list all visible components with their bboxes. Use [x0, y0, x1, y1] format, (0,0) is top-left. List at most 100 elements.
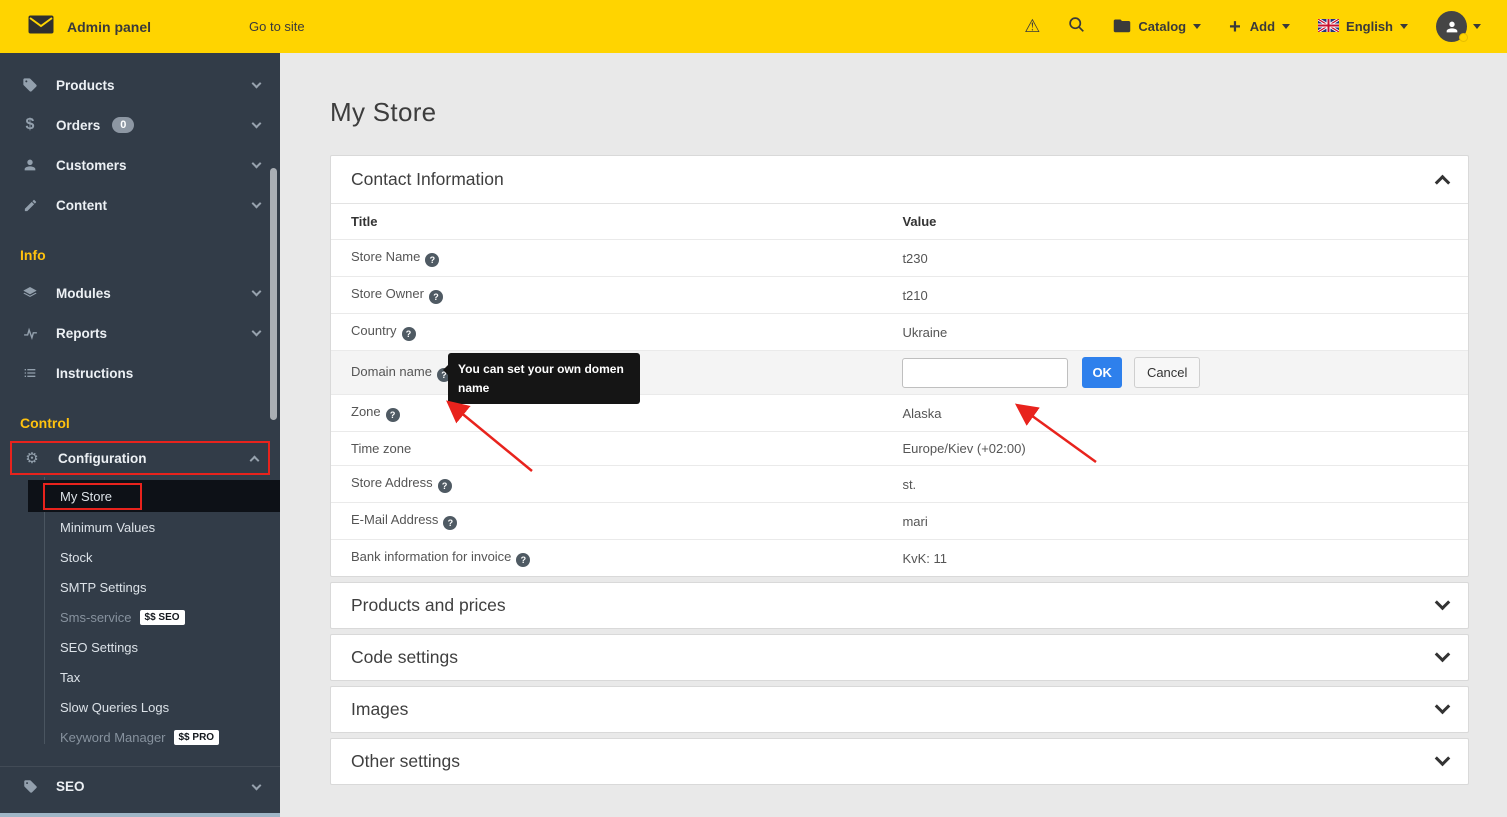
contact-information-header[interactable]: Contact Information	[331, 156, 1468, 203]
ok-button[interactable]: OK	[1082, 357, 1122, 388]
sidebar-item-label: Content	[56, 198, 107, 213]
sidebar-subitem-tax[interactable]: Tax	[0, 662, 280, 692]
sidebar-item-instructions[interactable]: Instructions	[0, 353, 280, 393]
help-icon[interactable]: ?	[429, 290, 443, 304]
sidebar-item-seo[interactable]: SEO	[0, 766, 280, 806]
add-dropdown[interactable]: + Add	[1229, 17, 1290, 37]
row-value[interactable]: t230	[882, 240, 1468, 277]
sidebar-item-content[interactable]: Content	[0, 185, 280, 225]
expand-chevron-down-icon[interactable]	[1435, 595, 1451, 611]
sidebar-item-customers[interactable]: Customers	[0, 145, 280, 185]
sidebar-subitem-sms-service[interactable]: Sms-service $$ SEO	[0, 602, 280, 632]
language-dropdown[interactable]: English	[1318, 19, 1408, 35]
orders-count-badge: 0	[112, 117, 134, 133]
sidebar-item-configuration[interactable]: ⚙ Configuration	[10, 441, 270, 475]
plus-icon: +	[1229, 17, 1241, 37]
table-row-country: Country? Ukraine	[331, 314, 1468, 351]
sidebar-subitem-stock[interactable]: Stock	[0, 542, 280, 572]
user-menu[interactable]	[1436, 11, 1481, 42]
panel-code-settings[interactable]: Code settings	[330, 634, 1469, 681]
help-icon[interactable]: ?	[438, 479, 452, 493]
help-icon[interactable]: ?	[402, 327, 416, 341]
panel-other-settings[interactable]: Other settings	[330, 738, 1469, 785]
row-title: Store Name?	[331, 240, 882, 277]
sidebar-item-reports[interactable]: Reports	[0, 313, 280, 353]
row-title: Store Owner?	[331, 277, 882, 314]
panel-title: Images	[351, 699, 408, 720]
sidebar-subitem-label: Sms-service	[60, 610, 132, 625]
cancel-button[interactable]: Cancel	[1134, 357, 1200, 388]
catalog-label: Catalog	[1138, 19, 1186, 34]
table-row-store-owner: Store Owner? t210	[331, 277, 1468, 314]
chevron-down-icon	[252, 287, 262, 297]
row-title: Domain name? You can set your own domen …	[331, 351, 882, 395]
row-value[interactable]: mari	[882, 503, 1468, 540]
column-header-value: Value	[882, 204, 1468, 240]
contact-information-table: Title Value Store Name? t230 Store Owner…	[331, 203, 1468, 576]
collapse-chevron-up-icon[interactable]	[1435, 175, 1451, 191]
sidebar-subitem-keyword-manager[interactable]: Keyword Manager $$ PRO	[0, 722, 280, 752]
catalog-dropdown[interactable]: Catalog	[1113, 18, 1201, 36]
seo-icon	[20, 779, 40, 794]
sidebar-item-label: Instructions	[56, 366, 133, 381]
sidebar-cutoff-item	[0, 813, 280, 817]
language-label: English	[1346, 19, 1393, 34]
caret-down-icon	[1282, 24, 1290, 29]
sidebar-item-label: Customers	[56, 158, 127, 173]
sidebar-subitem-my-store[interactable]: My Store	[28, 480, 280, 512]
row-value[interactable]: Europe/Kiev (+02:00)	[882, 432, 1468, 466]
help-icon[interactable]: ?	[516, 553, 530, 567]
person-icon	[20, 157, 40, 173]
dollar-icon: $	[20, 116, 40, 134]
chevron-down-icon	[252, 199, 262, 209]
search-icon[interactable]	[1068, 16, 1085, 38]
sidebar-item-orders[interactable]: $ Orders 0	[0, 105, 280, 145]
row-title: Country?	[331, 314, 882, 351]
envelope-logo-icon	[28, 15, 54, 39]
expand-chevron-down-icon[interactable]	[1435, 647, 1451, 663]
seo-addon-badge: $$ SEO	[140, 610, 185, 625]
row-value[interactable]: Alaska	[882, 395, 1468, 432]
row-title: Store Address?	[331, 466, 882, 503]
chevron-down-icon	[252, 327, 262, 337]
sidebar-item-label: SEO	[56, 779, 85, 794]
row-value[interactable]: KvK: 11	[882, 540, 1468, 577]
table-row-store-address: Store Address? st.	[331, 466, 1468, 503]
go-to-site-link[interactable]: Go to site	[249, 19, 305, 34]
panel-images[interactable]: Images	[330, 686, 1469, 733]
chevron-up-icon	[250, 455, 260, 465]
tag-icon	[20, 77, 40, 93]
help-icon[interactable]: ?	[386, 408, 400, 422]
column-header-title: Title	[331, 204, 882, 240]
chevron-down-icon	[252, 79, 262, 89]
expand-chevron-down-icon[interactable]	[1435, 751, 1451, 767]
chevron-down-icon	[252, 119, 262, 129]
sidebar-subitem-seo-settings[interactable]: SEO Settings	[0, 632, 280, 662]
brand-title: Admin panel	[67, 19, 151, 35]
table-row-store-name: Store Name? t230	[331, 240, 1468, 277]
pro-addon-badge: $$ PRO	[174, 730, 220, 745]
help-icon[interactable]: ?	[425, 253, 439, 267]
expand-chevron-down-icon[interactable]	[1435, 699, 1451, 715]
row-value[interactable]: st.	[882, 466, 1468, 503]
panel-products-and-prices[interactable]: Products and prices	[330, 582, 1469, 629]
help-icon[interactable]: ?	[443, 516, 457, 530]
row-value[interactable]: Ukraine	[882, 314, 1468, 351]
brand[interactable]: Admin panel	[28, 15, 151, 39]
sidebar-item-products[interactable]: Products	[0, 65, 280, 105]
warning-icon[interactable]: ⚠	[1024, 16, 1040, 37]
caret-down-icon	[1473, 24, 1481, 29]
sidebar: Products $ Orders 0 Customers Content In…	[0, 53, 280, 817]
panel-title: Contact Information	[351, 169, 504, 190]
sidebar-heading-control: Control	[0, 393, 280, 441]
row-title: E-Mail Address?	[331, 503, 882, 540]
sidebar-subitem-minimum-values[interactable]: Minimum Values	[0, 512, 280, 542]
caret-down-icon	[1193, 24, 1201, 29]
sidebar-item-label: Orders	[56, 118, 100, 133]
sidebar-subitem-slow-queries-logs[interactable]: Slow Queries Logs	[0, 692, 280, 722]
sidebar-subitem-smtp-settings[interactable]: SMTP Settings	[0, 572, 280, 602]
domain-name-input[interactable]	[902, 358, 1068, 388]
row-value[interactable]: t210	[882, 277, 1468, 314]
sidebar-scrollbar[interactable]	[270, 168, 277, 420]
sidebar-item-modules[interactable]: Modules	[0, 273, 280, 313]
